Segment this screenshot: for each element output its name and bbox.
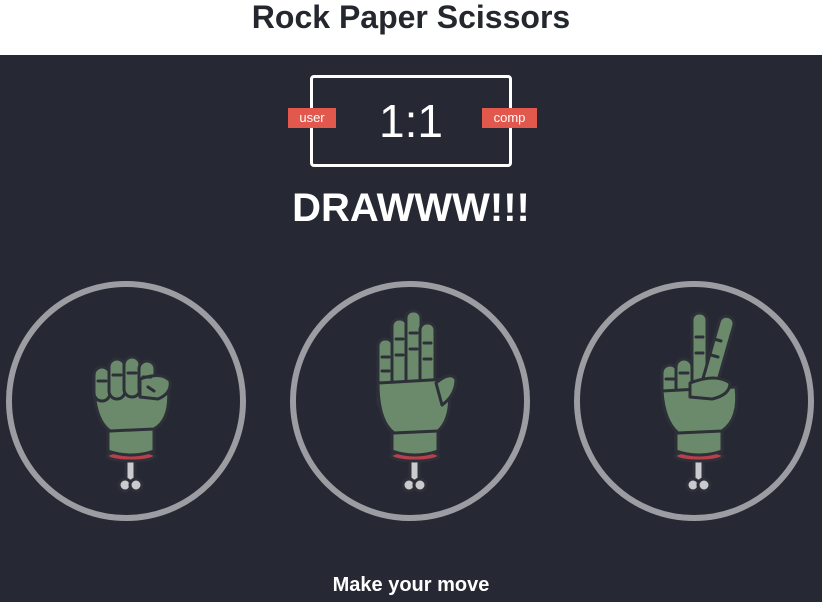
result-message: DRAWWW!!! [292, 186, 530, 230]
zombie-fist-icon [92, 355, 172, 493]
scissors-choice-button[interactable] [574, 281, 814, 521]
game-area: 1:1 user comp DRAWWW!!! Make your move [0, 55, 822, 602]
score-display: 1:1 [379, 95, 443, 147]
rock-choice-button[interactable] [6, 281, 246, 521]
zombie-open-hand-icon [376, 309, 458, 493]
header: Rock Paper Scissors [0, 0, 822, 55]
paper-choice-button[interactable] [290, 281, 530, 521]
page-title: Rock Paper Scissors [251, 0, 571, 35]
comp-label-badge: comp [482, 108, 537, 128]
user-label-badge: user [288, 108, 336, 128]
action-prompt: Make your move [332, 574, 490, 596]
zombie-peace-hand-icon [660, 311, 739, 493]
